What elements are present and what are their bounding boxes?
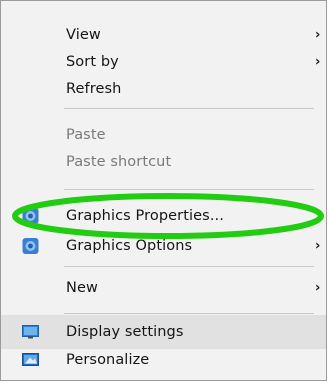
menu-item-sort-by-label: Sort by: [66, 54, 119, 70]
menu-item-paste-shortcut: Paste shortcut: [1, 145, 326, 179]
menu-item-new[interactable]: New ›: [1, 271, 326, 305]
intel-graphics-icon: [22, 208, 39, 224]
menu-item-graphics-properties[interactable]: Graphics Properties...: [1, 199, 326, 233]
menu-item-display-settings-label: Display settings: [66, 324, 184, 340]
menu-item-graphics-options-label: Graphics Options: [66, 238, 193, 254]
personalize-icon: [22, 353, 39, 366]
menu-item-view-label: View: [66, 27, 101, 43]
menu-item-personalize[interactable]: Personalize: [1, 343, 326, 377]
menu-item-paste-shortcut-label: Paste shortcut: [66, 154, 172, 170]
menu-separator: [64, 189, 314, 190]
menu-item-new-label: New: [66, 280, 98, 296]
menu-item-refresh-label: Refresh: [66, 81, 122, 97]
desktop-context-menu: View › Sort by › Refresh Paste Paste sho…: [0, 0, 327, 381]
menu-separator: [64, 266, 314, 267]
submenu-arrow-icon: ›: [315, 27, 321, 43]
menu-item-refresh[interactable]: Refresh: [1, 72, 326, 106]
menu-separator: [64, 313, 314, 314]
submenu-arrow-icon: ›: [315, 280, 321, 296]
display-icon: [22, 325, 39, 339]
intel-graphics-icon: [22, 238, 39, 254]
menu-separator: [64, 108, 314, 109]
menu-item-graphics-options[interactable]: Graphics Options ›: [1, 229, 326, 263]
menu-item-graphics-properties-label: Graphics Properties...: [66, 208, 224, 224]
submenu-arrow-icon: ›: [315, 238, 321, 254]
menu-item-personalize-label: Personalize: [66, 352, 150, 368]
submenu-arrow-icon: ›: [315, 54, 321, 70]
menu-item-paste-label: Paste: [66, 127, 106, 143]
